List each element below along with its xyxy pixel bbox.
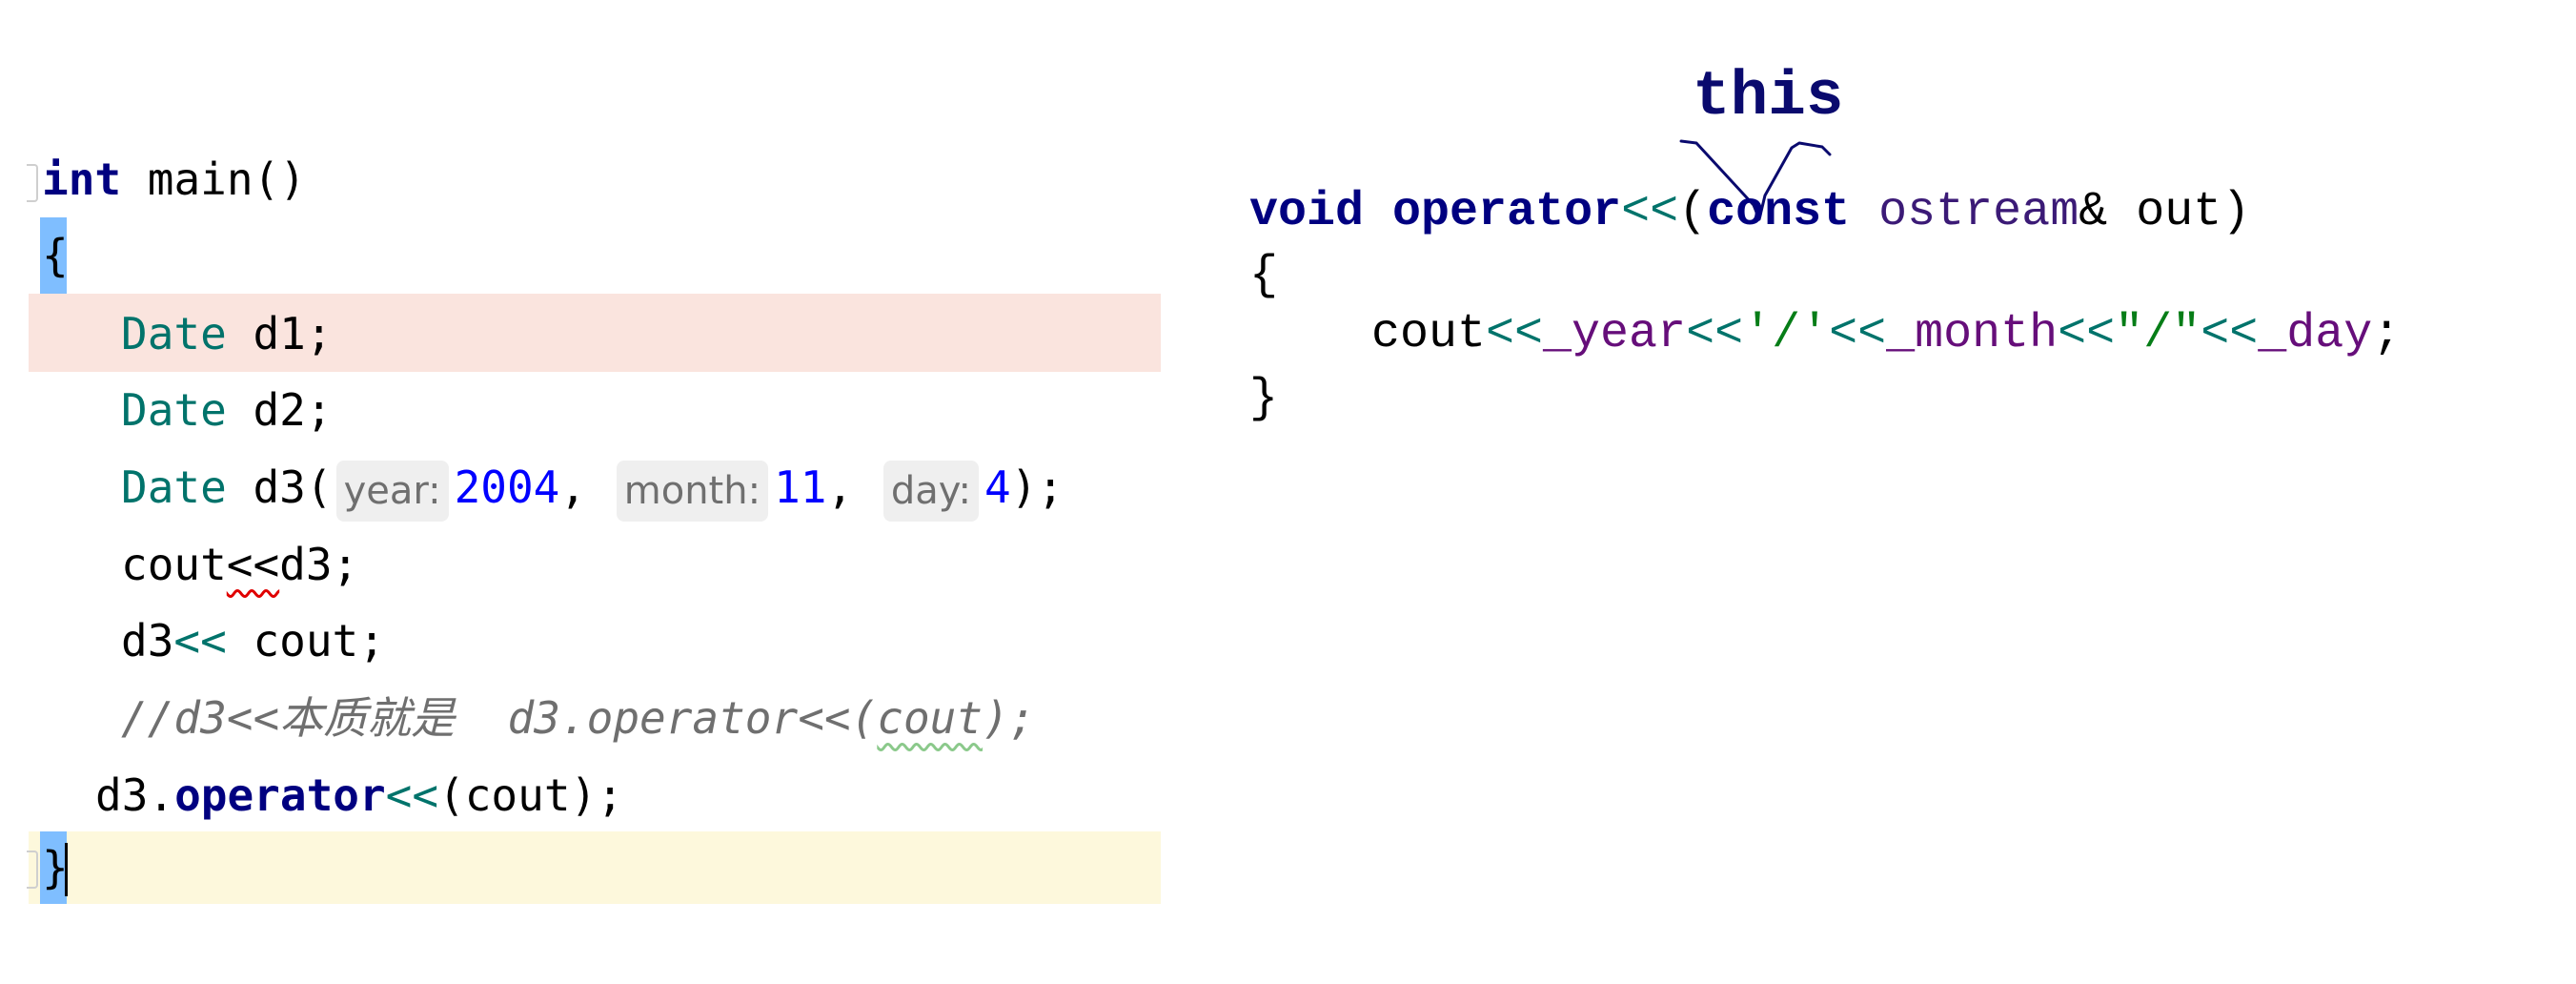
inlay-hint-day: day: [882, 460, 979, 522]
keyword-const: const [1707, 185, 1851, 239]
code-line-5: Date d3(year: 2004, month: 11, day: 4); [121, 449, 1064, 525]
operator: << [1621, 185, 1679, 239]
code-text: d3; [279, 539, 359, 590]
string-literal: "/" [2115, 307, 2201, 361]
snippet-line-1: void operator<<(const ostream& out) [1249, 179, 2250, 246]
code-text: ; [2372, 307, 2402, 361]
code-text: cout; [226, 615, 385, 666]
comment-text: ); [983, 692, 1036, 744]
open-brace: { [1249, 249, 1279, 303]
open-brace: { [42, 230, 69, 281]
operator: << [1486, 307, 1544, 361]
code-text: d3( [226, 461, 333, 513]
number-literal: 2004 [454, 461, 560, 513]
code-line-2: { [42, 217, 69, 294]
code-text: ); [1010, 461, 1065, 513]
inlay-hint-month: month: [616, 460, 769, 522]
code-line-1: int main() [42, 141, 306, 217]
keyword-operator: operator [1392, 185, 1622, 239]
code-text: d2; [226, 384, 333, 436]
number-literal: 4 [984, 461, 1011, 513]
inlay-hint-year: year: [335, 460, 449, 522]
code-text: cout [1371, 307, 1487, 361]
snippet-line-3: cout<<_year<<'/'<<_month<<"/"<<_day; [1371, 301, 2401, 368]
number-literal: 11 [774, 461, 827, 513]
type-name: Date [121, 461, 227, 513]
snippet-line-4: } [1249, 366, 1278, 433]
code-text: (cout); [438, 769, 623, 821]
operator: << [2201, 307, 2259, 361]
comment-typo: cout [877, 692, 984, 744]
code-text: d3 [121, 615, 174, 666]
snippet-line-2: { [1249, 243, 1278, 310]
fold-icon[interactable] [27, 164, 38, 202]
current-line-highlight [29, 831, 1161, 904]
member-year: _year [1543, 307, 1687, 361]
error-operator[interactable]: << [227, 539, 279, 590]
member-month: _month [1886, 307, 2059, 361]
keyword-operator: operator [174, 769, 386, 821]
code-text: cout [121, 539, 227, 590]
keyword-int: int [42, 154, 122, 205]
code-line-4: Date d2; [121, 372, 333, 448]
code-line-3: Date d1; [121, 296, 333, 372]
close-brace: } [1249, 372, 1279, 426]
operator: << [2058, 307, 2116, 361]
code-line-8-comment: //d3<<本质就是 d3.operator<<(cout); [121, 680, 1035, 756]
type-name: Date [121, 308, 227, 359]
code-line-7: d3<< cout; [121, 603, 385, 679]
keyword-void: void [1249, 185, 1365, 239]
operator: << [1686, 307, 1744, 361]
char-literal: '/' [1743, 307, 1830, 361]
code-text: , [826, 461, 880, 513]
code-line-9: d3.operator<<(cout); [95, 757, 623, 833]
code-text: d1; [226, 308, 333, 359]
operator: << [385, 769, 439, 821]
code-text: & out) [2079, 185, 2251, 239]
code-line-6: cout<<d3; [121, 526, 358, 603]
paren: ( [1678, 185, 1708, 239]
type-name: Date [121, 384, 227, 436]
member-day: _day [2258, 307, 2373, 361]
operator: << [173, 615, 227, 666]
code-text: main() [121, 154, 306, 205]
comment-text: //d3<<本质就是 d3.operator<<( [121, 692, 878, 744]
text-cursor [65, 843, 68, 896]
code-text: , [559, 461, 613, 513]
code-text: d3. [95, 769, 175, 821]
fold-end-icon[interactable] [27, 851, 38, 889]
operator: << [1829, 307, 1887, 361]
type-name: ostream [1850, 185, 2079, 239]
